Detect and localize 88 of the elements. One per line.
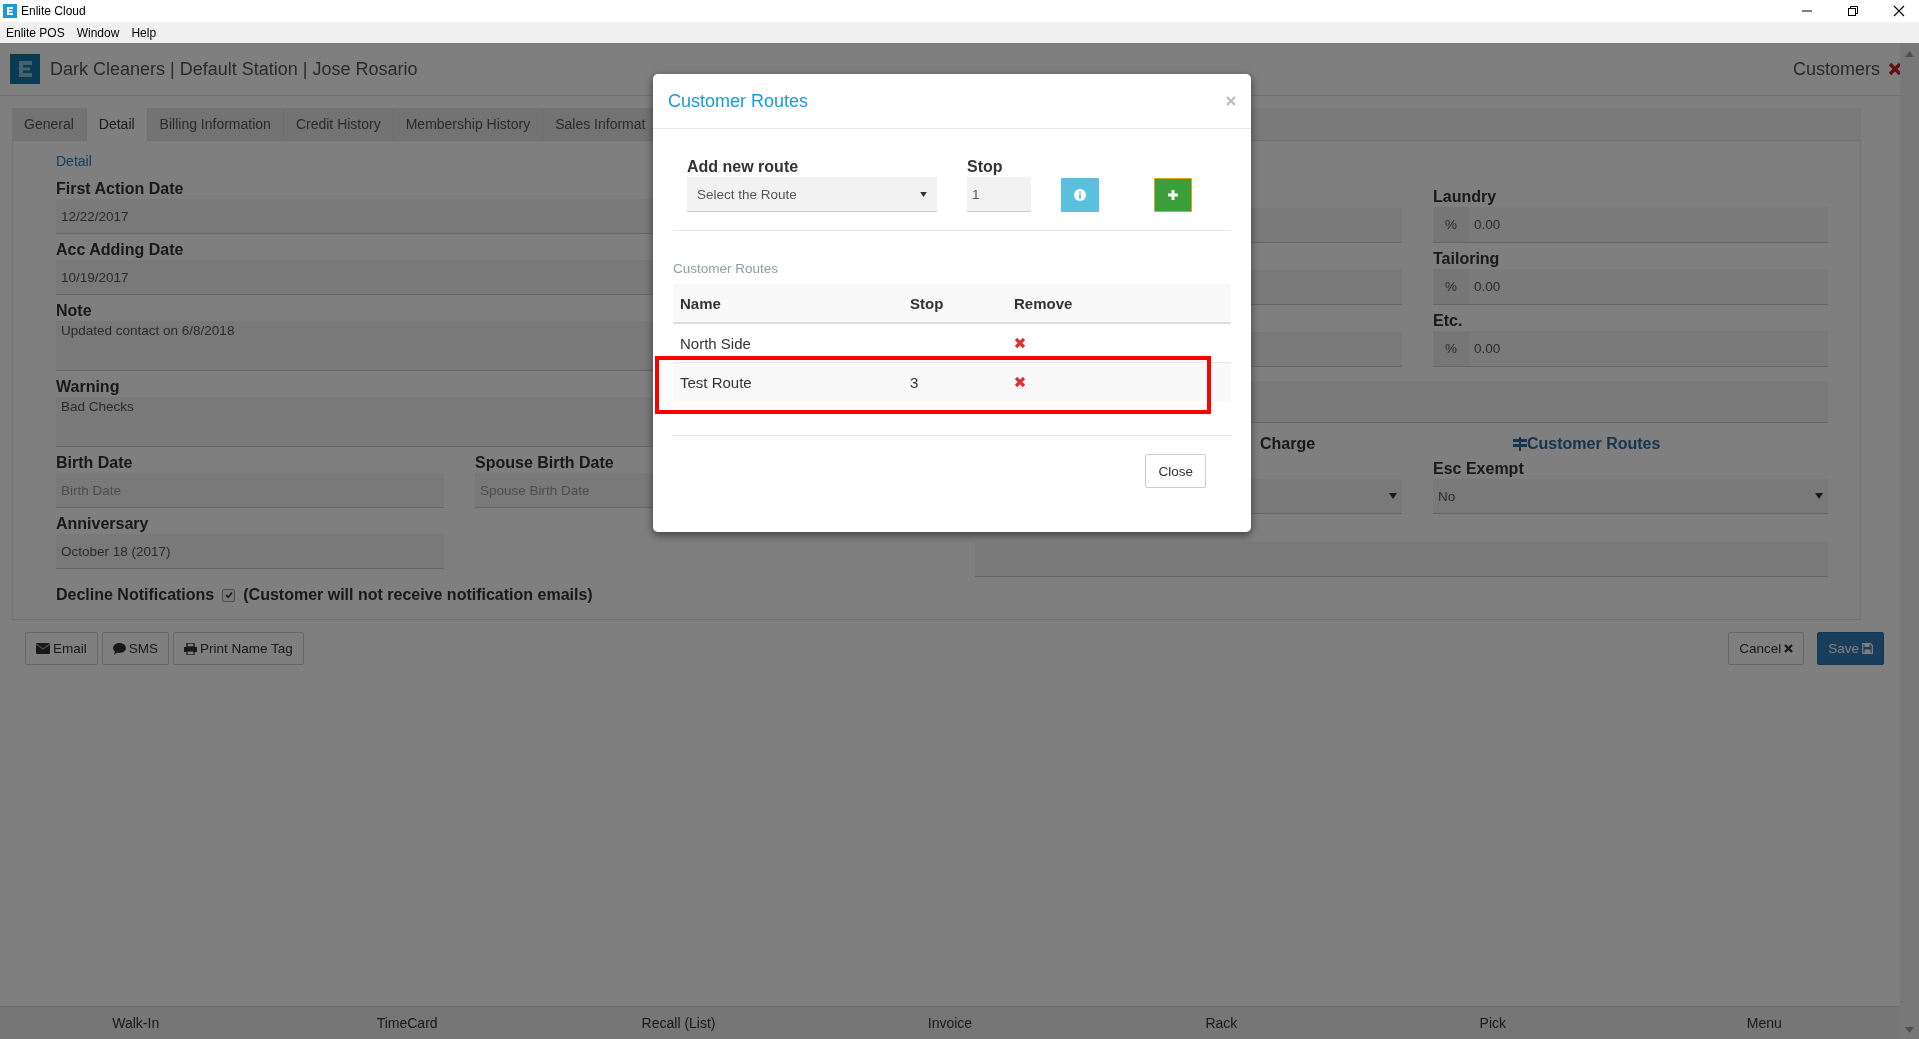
dropdown[interactable]: No: [1433, 479, 1828, 514]
close-icon: [1784, 644, 1794, 653]
tab[interactable]: Credit History: [283, 108, 394, 140]
field-label: Anniversary: [56, 514, 149, 534]
save-button[interactable]: Save: [1817, 632, 1884, 665]
field-label: Stop: [967, 157, 1003, 177]
unit-label: %: [1433, 207, 1469, 242]
caret-icon: [1389, 493, 1397, 499]
customer-routes-link[interactable]: Customer Routes: [1513, 435, 1661, 453]
header-title: Dark Cleaners | Default Station | Jose Rosario: [50, 58, 419, 80]
tab[interactable]: Billing Information: [147, 108, 284, 140]
field-value: 0.00: [1473, 216, 1501, 234]
field-value: Select the Route: [697, 186, 797, 202]
field-label: Decline Notifications: [56, 585, 215, 605]
column-header: Remove: [1013, 294, 1074, 312]
app-logo-icon: [3, 4, 17, 18]
envelope-icon: [36, 643, 50, 654]
field-label: First Action Date: [56, 179, 184, 199]
field-label: Esc Exempt: [1433, 459, 1524, 479]
info-icon: [1074, 189, 1086, 201]
menu-item[interactable]: Enlite POS: [6, 25, 65, 40]
input-field[interactable]: October 18 (2017): [56, 534, 444, 569]
sms-button[interactable]: SMS: [101, 632, 170, 665]
add-button[interactable]: [1154, 178, 1192, 212]
nav-button[interactable]: Invoice: [814, 1007, 1086, 1039]
printer-icon: [184, 642, 198, 655]
input-field[interactable]: % 0.00: [1433, 207, 1828, 243]
field-label: Note: [56, 301, 92, 321]
floppy-icon: [1862, 643, 1873, 654]
email-button[interactable]: Email: [25, 632, 98, 665]
caret-icon: [1815, 493, 1823, 499]
info-button[interactable]: [1061, 178, 1099, 212]
menu-item[interactable]: Window: [76, 25, 120, 40]
notice-text: (Customer will not receive notification emails): [243, 585, 593, 605]
unit-label: %: [1433, 331, 1469, 366]
close-button[interactable]: Close: [1145, 454, 1206, 488]
field-label: Charge: [1260, 435, 1316, 452]
field-value: No: [1438, 488, 1456, 504]
scrollbar[interactable]: [1900, 43, 1919, 1039]
check-icon: [224, 591, 233, 599]
speech-bubble-icon: [112, 642, 126, 655]
unit-label: %: [1433, 269, 1469, 304]
print-button[interactable]: Print Name Tag: [173, 632, 304, 665]
remove-icon[interactable]: [1014, 375, 1026, 388]
field-label: Warning: [56, 377, 120, 397]
nav-button[interactable]: Menu: [1628, 1007, 1900, 1039]
checkbox[interactable]: [222, 588, 236, 602]
stop-field[interactable]: 1: [967, 177, 1031, 212]
window-title: Enlite Cloud: [21, 4, 87, 18]
app-logo-icon: [10, 54, 40, 84]
field-label: Tailoring: [1433, 249, 1500, 269]
tab[interactable]: Membership History: [393, 108, 544, 140]
restore-icon[interactable]: [1847, 5, 1859, 17]
scroll-up-icon[interactable]: [1905, 51, 1914, 57]
plus-icon: [1167, 189, 1179, 201]
field-label: Etc.: [1433, 311, 1463, 331]
table-cell-text: 3: [909, 373, 920, 391]
field-label: Laundry: [1433, 187, 1497, 207]
table-cell-text: Test Route: [679, 373, 753, 391]
field-label: Add new route: [687, 157, 799, 177]
tab[interactable]: General: [12, 108, 87, 140]
remove-icon[interactable]: [1014, 336, 1026, 349]
menu-item[interactable]: Help: [131, 25, 157, 40]
caret-icon: [920, 191, 927, 197]
dialog-title: Customer Routes: [668, 90, 809, 112]
cancel-button[interactable]: Cancel: [1728, 632, 1805, 665]
nav-button[interactable]: Walk-In: [0, 1007, 272, 1039]
tab[interactable]: Detail: [86, 108, 148, 141]
field-value: 0.00: [1473, 278, 1501, 296]
nav-button[interactable]: Recall (List): [542, 1007, 815, 1039]
field-label: Birth Date: [56, 453, 133, 473]
column-header: Name: [679, 294, 722, 312]
field-label: Acc Adding Date: [56, 240, 184, 260]
page-title: Customers: [1792, 58, 1880, 80]
close-icon[interactable]: [1893, 5, 1905, 17]
column-header: Stop: [909, 294, 945, 312]
signpost-icon: [1513, 437, 1527, 451]
nav-button[interactable]: Rack: [1085, 1007, 1358, 1039]
field-label: Spouse Birth Date: [475, 453, 614, 473]
input-field[interactable]: % 0.00: [1433, 269, 1828, 305]
list-title: Customer Routes: [673, 261, 780, 276]
route-dropdown[interactable]: Select the Route: [687, 177, 937, 212]
nav-button[interactable]: TimeCard: [271, 1007, 543, 1039]
nav-button[interactable]: Pick: [1357, 1007, 1629, 1039]
scroll-down-icon[interactable]: [1905, 1027, 1914, 1033]
table-cell-text: North Side: [679, 334, 752, 352]
field-value: 0.00: [1473, 340, 1501, 358]
input-field[interactable]: % 0.00: [1433, 331, 1828, 367]
